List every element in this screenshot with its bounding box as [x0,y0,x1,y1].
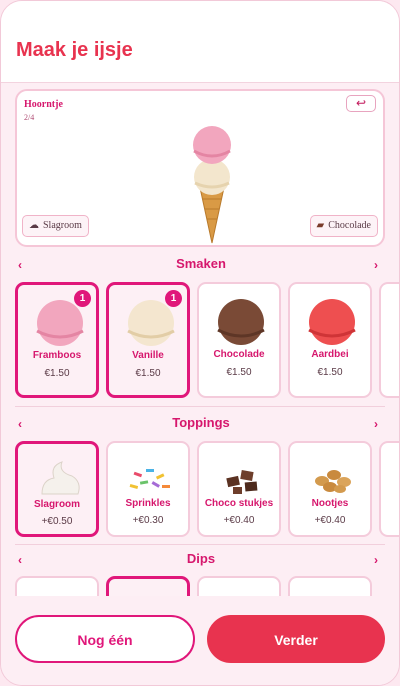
cone-preview: Hoorntje 2/4 ↩ ☁ Slagroom ▰ Chocolade [15,89,385,247]
section-divider [15,544,385,545]
flavor-name: Framboos [32,350,82,361]
app-window: Maak je ijsje Hoorntje 2/4 ↩ ☁ Slagroom … [0,0,400,686]
scoop-counter: 2/4 [24,113,35,122]
section-title-toppings: Toppings [172,415,230,430]
add-another-button[interactable]: Nog één [15,615,195,663]
chip-chocolade[interactable]: ▰ Chocolade [309,215,378,237]
topping-card-nootjes[interactable]: Nootjes +€0.40 [288,441,372,537]
quantity-badge: 1 [165,290,182,307]
flavor-card-overflow[interactable] [379,282,399,398]
topping-name: Slagroom [33,499,81,510]
flavor-price: €1.50 [226,367,252,378]
flavor-card-framboos[interactable]: 1 Framboos €1.50 [15,282,99,398]
cream-icon: ☁ [29,220,39,231]
topping-card-slagroom[interactable]: Slagroom +€0.50 [15,441,99,537]
undo-icon: ↩ [355,96,367,110]
topping-name: Choco stukjes [204,498,274,509]
quantity-badge: 1 [74,290,91,307]
undo-button[interactable]: ↩ [346,95,376,112]
section-divider [15,406,385,407]
chocolate-icon: ▰ [316,220,325,231]
page-title: Maak je ijsje [16,39,133,61]
flavor-card-chocolade[interactable]: Chocolade €1.50 [197,282,281,398]
topping-name: Sprinkles [125,498,171,509]
section-title-dips: Dips [186,551,216,566]
topping-price: +€0.40 [314,515,346,526]
flavor-name: Vanille [132,350,164,361]
flavor-price: €1.50 [44,368,70,379]
flavors-next-arrow[interactable]: › [374,258,378,272]
topping-price: +€0.30 [132,515,164,526]
flavor-card-aardbei[interactable]: Aardbei €1.50 [288,282,372,398]
ice-cream-illustration [193,126,231,244]
chocolate-chunks-icon [226,470,258,494]
topping-name: Nootjes [311,498,349,509]
flavor-price: €1.50 [135,368,161,379]
whipped-cream-icon [41,461,80,495]
topping-card-sprinkles[interactable]: Sprinkles +€0.30 [106,441,190,537]
nuts-icon [315,470,351,493]
topping-price: +€0.40 [223,515,255,526]
section-title-flavors: Smaken [176,256,226,271]
cone-type-label: Hoorntje [24,99,63,110]
chocolate-scoop-icon [217,299,265,345]
dips-next-arrow[interactable]: › [374,553,378,567]
flavor-price: €1.50 [317,367,343,378]
topping-card-overflow[interactable] [379,441,399,537]
topping-price: +€0.50 [41,516,73,527]
continue-button[interactable]: Verder [207,615,385,663]
sprinkles-icon [129,469,170,489]
flavor-name: Chocolade [213,349,265,360]
chip-slagroom[interactable]: ☁ Slagroom [22,215,89,237]
header: Maak je ijsje [1,1,399,83]
strawberry-scoop-icon [308,299,356,345]
flavor-card-vanille[interactable]: 1 Vanille €1.50 [106,282,190,398]
topping-card-choco-stukjes[interactable]: Choco stukjes +€0.40 [197,441,281,537]
toppings-next-arrow[interactable]: › [374,417,378,431]
flavor-name: Aardbei [311,349,349,360]
